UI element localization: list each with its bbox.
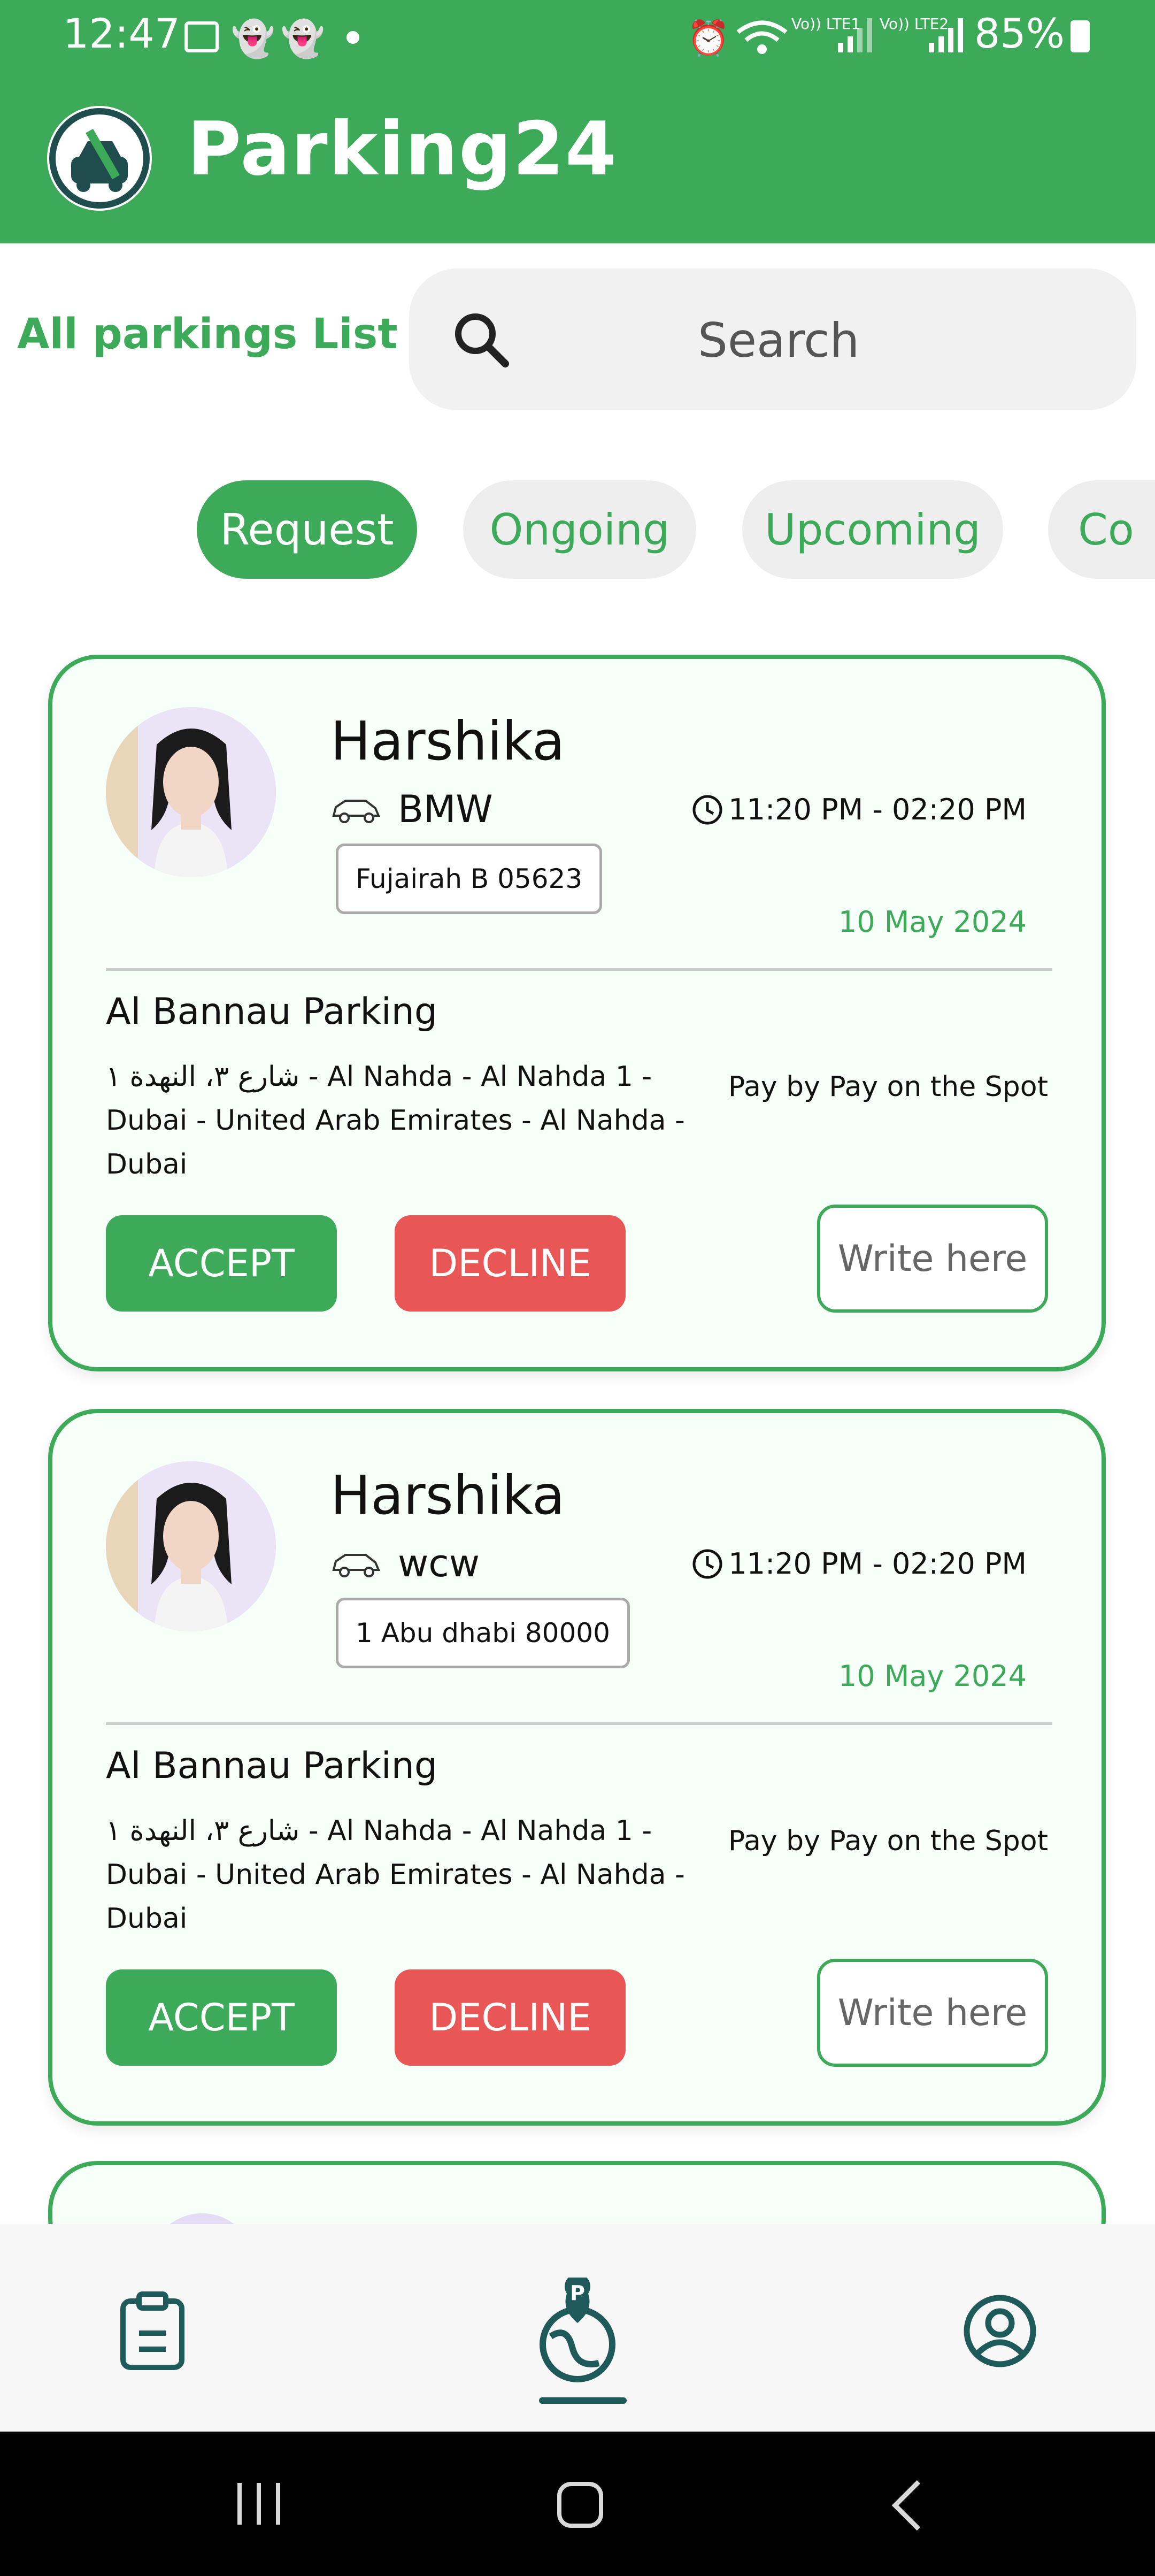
avatar [106,1461,276,1631]
plate-number: 1 Abu dhabi 80000 [336,1598,630,1668]
clock-icon [692,795,722,824]
signal-lte1-icon [838,18,872,52]
booking-time: 11:20 PM - 02:20 PM [691,1547,1027,1581]
plate-number: Fujairah B 05623 [336,844,603,914]
parking-map-icon[interactable]: P [535,2278,620,2385]
time-range: 11:20 PM - 02:20 PM [728,793,1027,826]
car-icon [332,800,381,823]
divider [106,968,1052,971]
parking-name: Al Bannau Parking [106,1745,438,1787]
app-title: Parking24 [187,106,618,192]
snapchat-icon: 👻 [231,18,275,59]
signal-lte2-icon [929,18,963,52]
back-icon[interactable] [888,2479,925,2532]
avatar [106,707,276,877]
all-parkings-list-title: All parkings List [17,310,398,358]
car-icon [332,1554,381,1577]
decline-button[interactable]: DECLINE [395,1969,626,2066]
clipboard-icon[interactable] [118,2291,187,2372]
booking-card: Harshika BMW Fujairah B 05623 11:20 PM -… [48,655,1106,1371]
time-range: 11:20 PM - 02:20 PM [728,1547,1027,1581]
clock-icon [692,1549,722,1578]
alarm-icon: ⏰ [687,19,730,58]
tab-upcoming[interactable]: Upcoming [742,480,1003,579]
tab-completed[interactable]: Co [1048,480,1155,579]
accept-button[interactable]: ACCEPT [106,1215,337,1312]
dot-icon [346,31,359,44]
payment-method: Pay by Pay on the Spot [728,1071,1048,1103]
recent-apps-icon[interactable] [235,2481,283,2527]
search-icon [455,313,509,367]
home-icon[interactable] [556,2481,604,2529]
snapchat-icon: 👻 [281,18,325,59]
decline-button[interactable]: DECLINE [395,1215,626,1312]
divider [106,1722,1052,1725]
svg-text:P: P [570,2281,585,2305]
parking-name: Al Bannau Parking [106,991,438,1033]
parking-address: شارع ٣، النهدة ١ - Al Nahda - Al Nahda 1… [106,1815,685,1935]
tab-request[interactable]: Request [197,480,417,579]
battery-icon [1071,20,1090,52]
payment-method: Pay by Pay on the Spot [728,1825,1048,1857]
gallery-icon [184,21,219,52]
booking-date: 10 May 2024 [838,905,1027,939]
accept-button[interactable]: ACCEPT [106,1969,337,2066]
customer-name: Harshika [330,710,565,772]
bottom-navigation: P [0,2224,1155,2432]
booking-time: 11:20 PM - 02:20 PM [691,793,1027,826]
parking-address: شارع ٣، النهدة ١ - Al Nahda - Al Nahda 1… [106,1061,685,1180]
booking-date: 10 May 2024 [838,1659,1027,1693]
active-tab-indicator [539,2397,627,2404]
system-navigation-bar [0,2432,1155,2576]
customer-name: Harshika [330,1464,565,1527]
battery-percent: 85% [974,10,1065,57]
write-here-input[interactable]: Write here [817,1205,1048,1313]
status-time: 12:47 [63,10,181,57]
car-name: wcw [398,1542,480,1585]
car-info: BMW [330,787,493,831]
profile-icon[interactable] [962,2294,1037,2368]
wifi-icon [736,20,788,54]
car-info: wcw [330,1542,480,1585]
booking-card: Harshika wcw 1 Abu dhabi 80000 11:20 PM … [48,1409,1106,2126]
tab-ongoing[interactable]: Ongoing [463,480,696,579]
write-here-input[interactable]: Write here [817,1959,1048,2067]
car-name: BMW [398,787,493,831]
search-placeholder: Search [698,313,860,368]
parking-logo-icon [47,106,152,211]
